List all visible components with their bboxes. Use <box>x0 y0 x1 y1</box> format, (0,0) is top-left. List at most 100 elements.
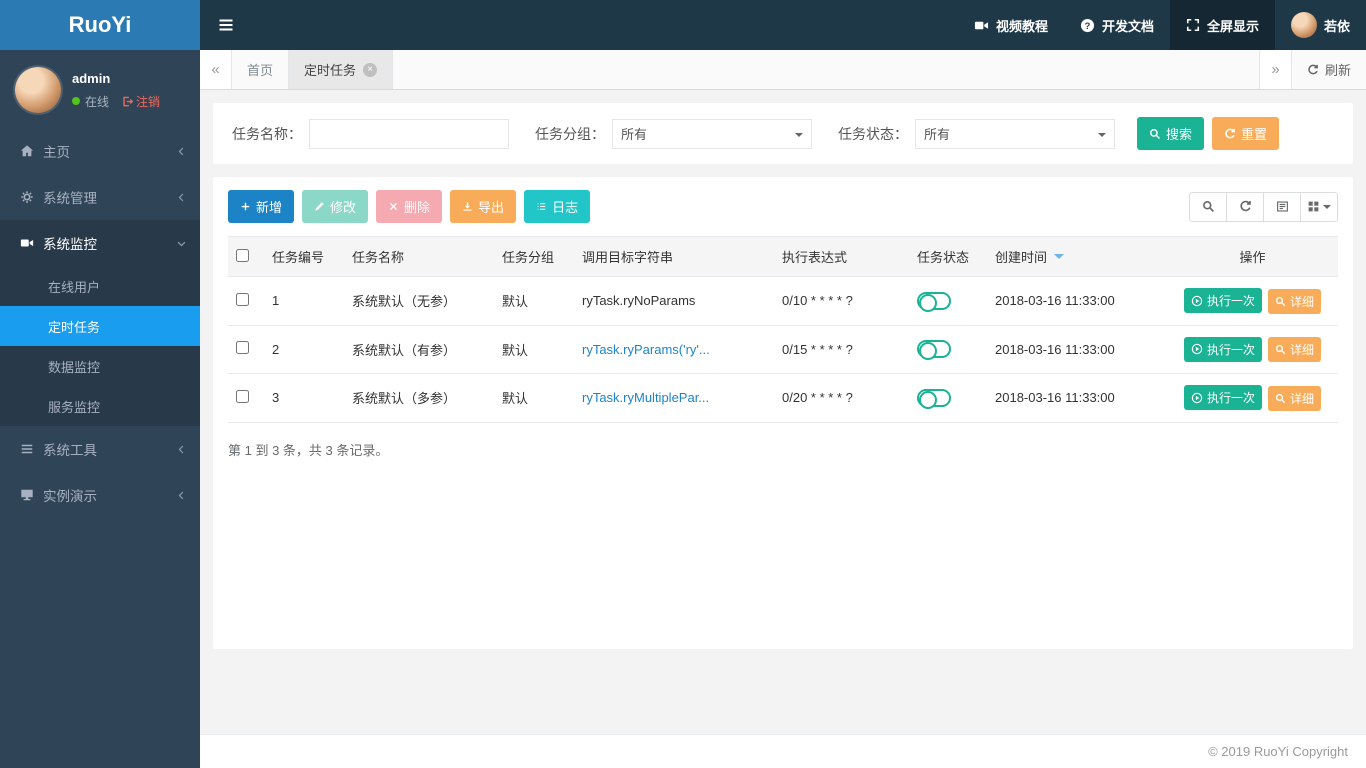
sidebar-item-system-tools[interactable]: 系统工具 <box>0 426 200 472</box>
tabs-scroll-right-button[interactable]: » <box>1258 50 1291 89</box>
table-search-toggle-button[interactable] <box>1189 191 1227 222</box>
tabs-scroll-left-button[interactable]: « <box>200 50 232 89</box>
chevron-left-icon <box>176 490 187 501</box>
chevron-left-icon <box>176 192 187 203</box>
cell-task-group: 默认 <box>494 276 574 326</box>
status-toggle[interactable] <box>917 340 951 361</box>
app-root: RuoYi admin 在线 注销 主页 系统管理 系统监控 在线用户 定时任务… <box>0 0 1366 768</box>
user-menu[interactable]: 若依 <box>1275 0 1366 50</box>
cell-task-id: 3 <box>264 373 344 423</box>
table-row: 3 系统默认（多参） 默认 ryTask.ryMultiplePar... 0/… <box>228 373 1338 423</box>
log-list-icon <box>536 201 547 212</box>
run-once-button[interactable]: 执行一次 <box>1183 288 1262 313</box>
tab-home[interactable]: 首页 <box>232 50 290 89</box>
detail-button[interactable]: 详细 <box>1268 288 1322 314</box>
reset-button-label: 重置 <box>1241 127 1268 142</box>
brand-logo[interactable]: RuoYi <box>0 0 200 50</box>
sidebar-item-service-monitor[interactable]: 服务监控 <box>0 386 200 426</box>
sidebar-item-data-monitor[interactable]: 数据监控 <box>0 346 200 386</box>
header-create-time[interactable]: 创建时间 <box>987 236 1167 277</box>
cell-invoke-target-link[interactable]: ryTask.ryMultiplePar... <box>574 373 774 423</box>
select-all-checkbox[interactable] <box>236 248 249 262</box>
table-view-controls <box>1189 191 1338 222</box>
main-area: 视频教程 ? 开发文档 全屏显示 若依 « 首页 定时任务 × » 刷新 任务名… <box>200 0 1366 768</box>
cell-cron: 0/10 * * * * ? <box>774 276 909 326</box>
cell-task-group: 默认 <box>494 373 574 423</box>
sidebar-subitem-label: 服务监控 <box>48 399 101 415</box>
tab-close-icon[interactable]: × <box>363 62 378 77</box>
close-icon <box>388 201 399 212</box>
sidebar-toggle-button[interactable] <box>200 17 252 33</box>
sidebar-subitem-label: 定时任务 <box>48 319 101 335</box>
search-button[interactable]: 搜索 <box>1137 117 1205 150</box>
sidebar-item-scheduled-tasks[interactable]: 定时任务 <box>0 306 200 346</box>
tab-bar: « 首页 定时任务 × » 刷新 <box>200 50 1366 90</box>
search-icon <box>1275 344 1286 355</box>
table-row: 1 系统默认（无参） 默认 ryTask.ryNoParams 0/10 * *… <box>228 276 1338 326</box>
cell-create-time: 2018-03-16 11:33:00 <box>987 276 1167 326</box>
add-button[interactable]: 新增 <box>228 190 295 223</box>
table-columns-button[interactable] <box>1300 191 1338 222</box>
detail-label: 详细 <box>1290 391 1315 406</box>
sign-out-icon <box>122 96 134 107</box>
status-toggle[interactable] <box>917 291 951 312</box>
chevron-down-icon <box>176 238 187 249</box>
sidebar-item-system-management[interactable]: 系统管理 <box>0 174 200 220</box>
detail-button[interactable]: 详细 <box>1268 337 1322 362</box>
sidebar-item-demo[interactable]: 实例演示 <box>0 472 200 518</box>
row-checkbox[interactable] <box>236 389 249 403</box>
sidebar-menu: 主页 系统管理 系统监控 在线用户 定时任务 数据监控 服务监控 系统工具 实例… <box>0 128 200 768</box>
run-once-button[interactable]: 执行一次 <box>1183 336 1262 362</box>
status-toggle[interactable] <box>917 388 951 409</box>
task-group-label: 任务分组： <box>535 125 605 142</box>
online-dot-icon <box>72 97 80 105</box>
delete-button[interactable]: 删除 <box>376 190 443 223</box>
row-checkbox[interactable] <box>236 292 249 306</box>
copyright-text: © 2019 RuoYi Copyright <box>1208 744 1348 759</box>
header-task-id: 任务编号 <box>264 236 344 277</box>
run-once-label: 执行一次 <box>1206 391 1255 405</box>
dev-docs-link[interactable]: ? 开发文档 <box>1064 0 1170 50</box>
sidebar-subitem-label: 数据监控 <box>48 359 101 375</box>
search-button-label: 搜索 <box>1166 127 1193 142</box>
sidebar-item-home[interactable]: 主页 <box>0 128 200 174</box>
cell-task-group: 默认 <box>494 325 574 374</box>
chevron-left-icon <box>176 444 187 455</box>
user-avatar[interactable] <box>15 67 61 113</box>
edit-button[interactable]: 修改 <box>302 190 369 223</box>
search-icon <box>1275 393 1286 404</box>
sidebar-username: admin <box>72 70 111 86</box>
sidebar-item-online-users[interactable]: 在线用户 <box>0 266 200 306</box>
cell-task-name: 系统默认（无参） <box>344 276 494 326</box>
list-bars-icon <box>20 442 34 456</box>
log-button[interactable]: 日志 <box>524 190 591 223</box>
cell-cron: 0/15 * * * * ? <box>774 325 909 374</box>
caret-down-icon <box>1323 204 1331 213</box>
logout-link[interactable]: 注销 <box>122 93 160 110</box>
export-button[interactable]: 导出 <box>450 190 517 223</box>
fullscreen-button[interactable]: 全屏显示 <box>1169 0 1275 50</box>
task-name-input[interactable] <box>309 118 509 149</box>
tab-scheduled-tasks[interactable]: 定时任务 × <box>289 50 394 89</box>
detail-label: 详细 <box>1290 343 1315 357</box>
tab-refresh-button[interactable]: 刷新 <box>1290 50 1366 89</box>
task-group-select[interactable]: 所有 <box>612 118 812 149</box>
tab-label: 定时任务 <box>304 63 357 78</box>
table-refresh-button[interactable] <box>1226 191 1264 222</box>
play-circle-icon <box>1191 295 1203 307</box>
row-checkbox[interactable] <box>236 341 249 355</box>
cell-invoke-target-link[interactable]: ryTask.ryParams('ry'... <box>574 325 774 374</box>
detail-button[interactable]: 详细 <box>1268 385 1322 411</box>
reset-button[interactable]: 重置 <box>1212 117 1280 150</box>
cell-task-id: 1 <box>264 276 344 326</box>
run-once-label: 执行一次 <box>1206 294 1255 308</box>
play-circle-icon <box>1191 392 1203 404</box>
task-status-select[interactable]: 所有 <box>915 118 1115 149</box>
table-detail-view-button[interactable] <box>1263 191 1301 222</box>
sidebar-item-system-monitor[interactable]: 系统监控 <box>0 220 200 266</box>
task-name-label: 任务名称： <box>232 125 302 142</box>
run-once-button[interactable]: 执行一次 <box>1183 385 1262 410</box>
cell-task-name: 系统默认（多参） <box>344 373 494 423</box>
video-tutorial-link[interactable]: 视频教程 <box>958 0 1064 50</box>
play-circle-icon <box>1191 343 1203 355</box>
